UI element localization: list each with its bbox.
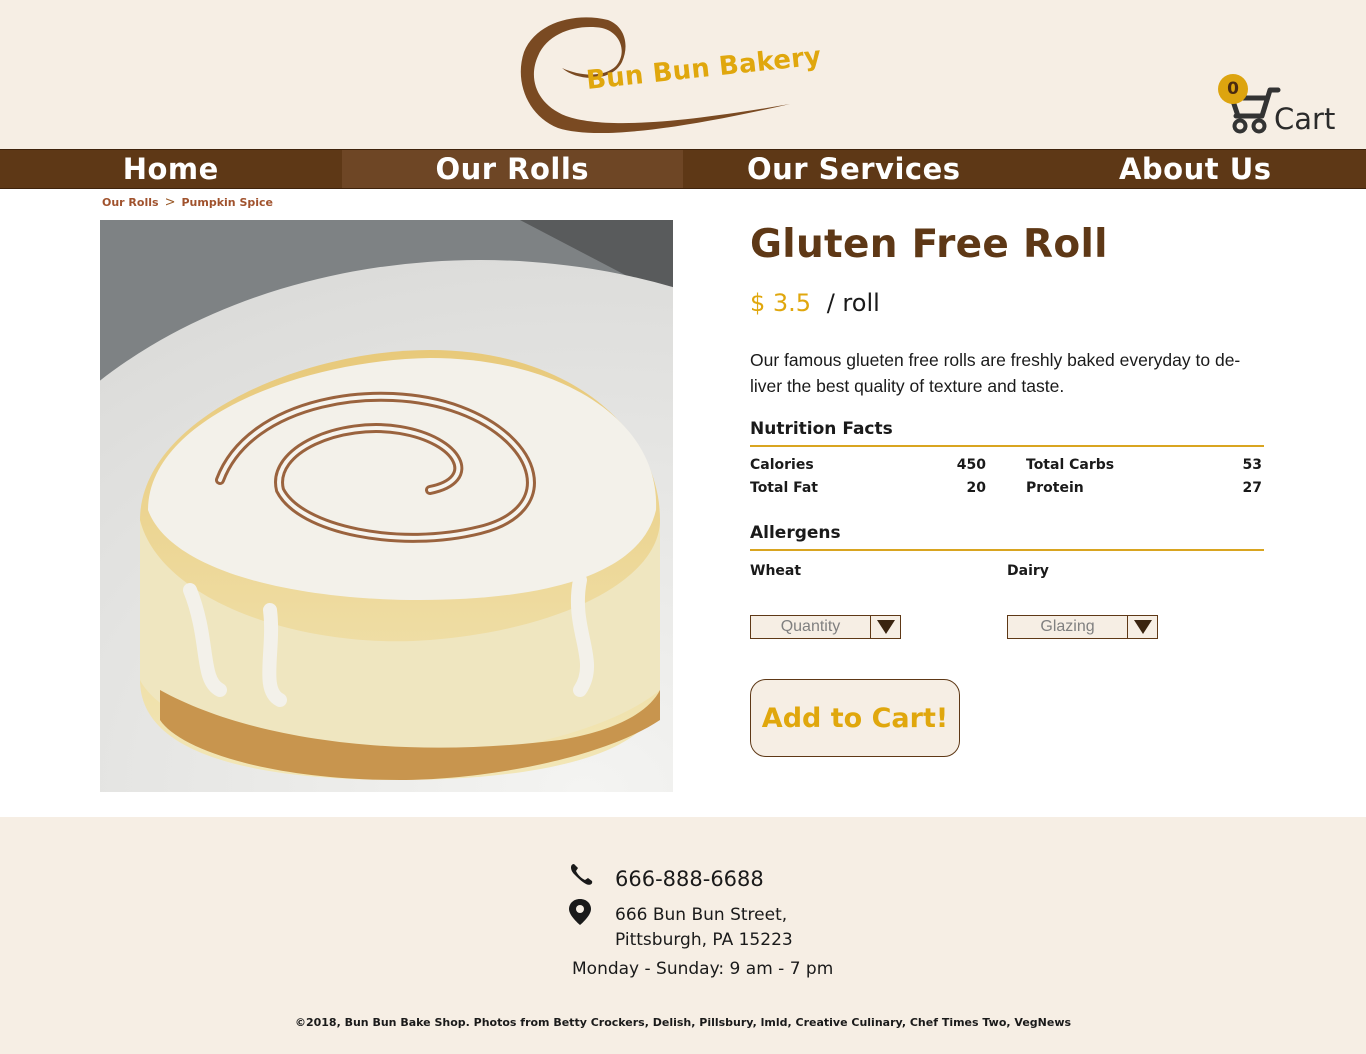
nav-our-rolls[interactable]: Our Rolls (341, 150, 683, 188)
fact-calories: Calories 450 (750, 457, 986, 480)
product-image (100, 220, 673, 792)
product-price: $ 3.5 (750, 289, 812, 317)
price-row: $ 3.5 / roll (750, 289, 1264, 317)
cart-count-badge: 0 (1218, 74, 1248, 104)
triangle-down-icon (1133, 620, 1152, 634)
breadcrumb-separator: > (164, 195, 176, 210)
cart-button[interactable]: 0 Cart (1216, 74, 1346, 138)
allergen-wheat: Wheat (750, 563, 802, 579)
quantity-select-value: Quantity (780, 618, 841, 635)
site-header: Bun Bun Bakery 0 Cart (0, 0, 1366, 149)
quantity-select[interactable]: Quantity (750, 615, 901, 639)
fact-value: 20 (966, 480, 986, 496)
product-title: Gluten Free Roll (750, 222, 1108, 267)
add-to-cart-button[interactable]: Add to Cart! (750, 679, 960, 757)
cart-label: Cart (1274, 102, 1336, 136)
option-selects: Quantity Glazing (750, 615, 1264, 639)
product-info: Gluten Free Roll $ 3.5 / roll Our famous… (750, 220, 1264, 757)
fact-label: Total Carbs (1026, 457, 1115, 473)
price-unit: / roll (826, 289, 880, 317)
footer-copyright: ©2018, Bun Bun Bake Shop. Photos from Be… (294, 1016, 1072, 1029)
footer-hours: Monday - Sunday: 9 am - 7 pm (572, 959, 834, 979)
glazing-select-value: Glazing (1040, 618, 1095, 635)
allergens-list: Wheat Dairy (750, 563, 1264, 579)
allergens-heading: Allergens (750, 523, 1264, 551)
footer-address-line1: 666 Bun Bun Street, (615, 905, 788, 925)
footer-address-line2: Pittsburgh, PA 15223 (615, 930, 793, 950)
fact-fat: Total Fat 20 (750, 480, 986, 503)
footer-phone[interactable]: 666-888-6688 (615, 867, 764, 891)
fact-label: Total Fat (750, 480, 819, 496)
nutrition-facts-heading: Nutrition Facts (750, 419, 1264, 447)
nav-home[interactable]: Home (0, 150, 342, 188)
main-nav: Home Our Rolls Our Services About Us (0, 149, 1366, 189)
breadcrumb: Our Rolls > Pumpkin Spice (102, 195, 273, 210)
fact-protein: Protein 27 (1026, 480, 1262, 503)
fact-value: 27 (1242, 480, 1262, 496)
triangle-down-icon (876, 620, 895, 634)
fact-value: 53 (1242, 457, 1262, 473)
fact-label: Calories (750, 457, 814, 473)
nav-our-services[interactable]: Our Services (683, 150, 1025, 188)
breadcrumb-pumpkin-spice[interactable]: Pumpkin Spice (181, 196, 273, 209)
cinnamon-roll-illustration (100, 220, 673, 792)
glazing-select[interactable]: Glazing (1007, 615, 1158, 639)
phone-icon (571, 864, 593, 885)
glazing-dropdown-button[interactable] (1127, 616, 1157, 638)
location-pin-icon (569, 899, 591, 925)
allergen-dairy: Dairy (1007, 563, 1049, 579)
nav-about-us[interactable]: About Us (1025, 150, 1366, 188)
fact-carbs: Total Carbs 53 (1026, 457, 1262, 480)
nutrition-facts-table: Calories 450 Total Carbs 53 Total Fat 20… (750, 457, 1264, 503)
product-description: Our famous glueten free rolls are freshl… (750, 350, 1241, 396)
fact-value: 450 (956, 457, 986, 473)
fact-label: Protein (1026, 480, 1084, 496)
quantity-dropdown-button[interactable] (870, 616, 900, 638)
breadcrumb-our-rolls[interactable]: Our Rolls (102, 196, 159, 209)
